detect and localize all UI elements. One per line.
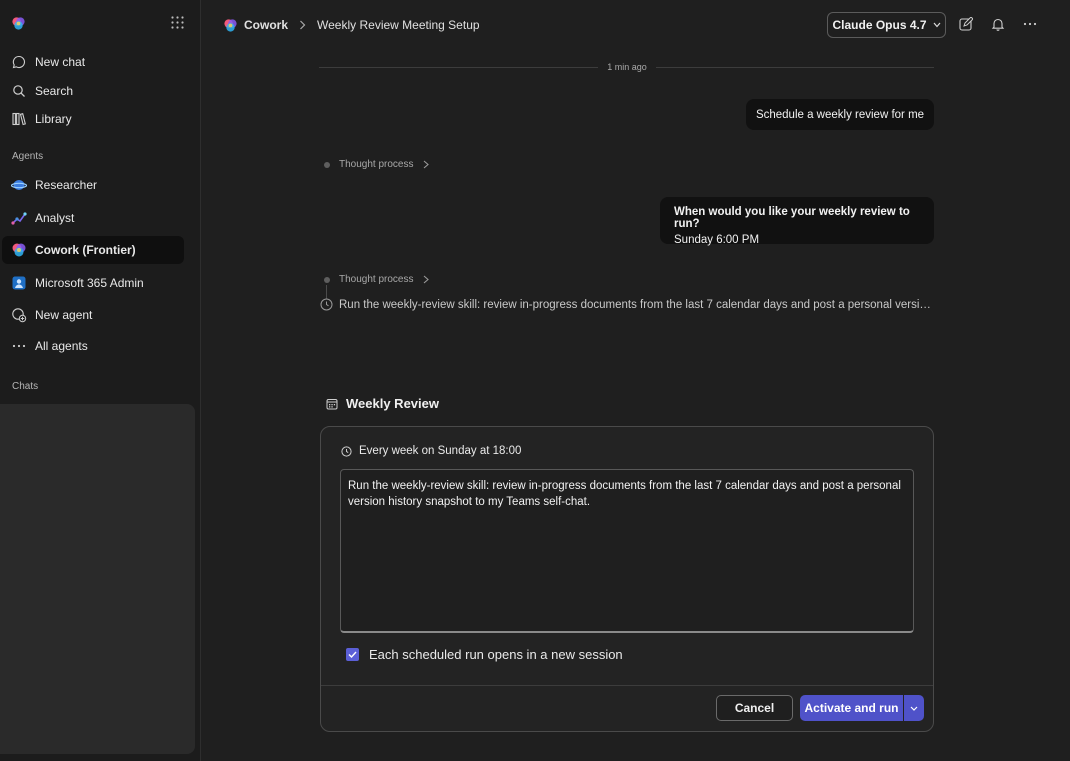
sidebar-item-researcher[interactable]: Researcher	[2, 171, 184, 199]
cowork-icon	[11, 242, 27, 258]
activate-button-label: Activate and run	[804, 701, 899, 715]
m365-admin-icon	[11, 275, 27, 291]
chevron-down-icon	[933, 22, 940, 28]
model-label: Claude Opus 4.7	[832, 18, 927, 32]
schedule-card: Every week on Sunday at 18:00 Run the we…	[320, 426, 934, 732]
thought-process-toggle[interactable]: Thought process	[324, 274, 429, 285]
model-selector[interactable]: Claude Opus 4.7	[827, 12, 946, 38]
ellipsis-icon	[11, 338, 27, 354]
sidebar-item-label: Library	[35, 112, 72, 126]
app-launcher-icon[interactable]	[171, 16, 184, 29]
calendar-icon	[326, 398, 338, 409]
user-message: Schedule a weekly review for me	[746, 99, 934, 130]
timeline-connector	[326, 285, 327, 299]
sidebar-item-label: Cowork (Frontier)	[35, 243, 136, 257]
cancel-button[interactable]: Cancel	[716, 695, 793, 721]
breadcrumb: Cowork Weekly Review Meeting Setup	[223, 17, 480, 33]
thought-process-label: Thought process	[339, 159, 414, 170]
edit-icon[interactable]	[959, 17, 973, 31]
chat-bubble-icon	[11, 54, 27, 70]
new-session-checkbox[interactable]	[346, 648, 359, 661]
activate-and-run-button[interactable]: Activate and run	[800, 695, 903, 721]
analyst-icon	[11, 210, 27, 226]
new-agent-icon	[11, 307, 27, 323]
task-text: Run the weekly-review skill: review in-p…	[339, 298, 934, 311]
breadcrumb-app[interactable]: Cowork	[244, 18, 288, 32]
clock-icon	[320, 298, 333, 311]
timestamp: 1 min ago	[598, 62, 656, 72]
sidebar-item-analyst[interactable]: Analyst	[2, 204, 184, 232]
sidebar-item-label: Microsoft 365 Admin	[35, 276, 144, 290]
copilot-logo-icon[interactable]	[11, 16, 26, 31]
sidebar: New chat Search Library Agents Researche…	[0, 0, 201, 761]
sidebar-item-m365-admin[interactable]: Microsoft 365 Admin	[2, 269, 184, 297]
clock-icon	[341, 445, 352, 457]
sidebar-item-label: Analyst	[35, 211, 75, 225]
sidebar-item-label: Researcher	[35, 178, 98, 192]
chevron-right-icon	[423, 275, 429, 284]
chats-list-panel	[0, 404, 195, 754]
task-status-line: Run the weekly-review skill: review in-p…	[320, 298, 934, 311]
researcher-icon	[11, 177, 27, 193]
search-icon	[11, 83, 27, 99]
cowork-logo-icon	[224, 18, 237, 32]
user-message-text: Schedule a weekly review for me	[755, 108, 925, 121]
sidebar-item-label: New agent	[35, 308, 93, 322]
cancel-button-label: Cancel	[734, 701, 775, 715]
chevron-right-icon	[423, 160, 429, 169]
chevron-down-icon	[910, 706, 918, 711]
chevron-right-icon	[299, 20, 306, 30]
prompt-textarea[interactable]: Run the weekly-review skill: review in-p…	[340, 469, 914, 633]
question-text: When would you like your weekly review t…	[674, 206, 910, 230]
sidebar-item-library[interactable]: Library	[2, 105, 184, 133]
checkmark-icon	[348, 651, 357, 658]
sidebar-item-new-chat[interactable]: New chat	[2, 48, 184, 76]
sidebar-item-label: All agents	[35, 339, 88, 353]
bell-icon[interactable]	[991, 17, 1005, 31]
agents-heading: Agents	[12, 151, 44, 162]
schedule-summary[interactable]: Every week on Sunday at 18:00	[341, 445, 521, 457]
page-title: Weekly Review Meeting Setup	[317, 18, 480, 32]
divider	[321, 685, 933, 686]
sidebar-item-new-agent[interactable]: New agent	[2, 301, 184, 329]
thought-process-toggle[interactable]: Thought process	[324, 159, 429, 170]
checkbox-label: Each scheduled run opens in a new sessio…	[369, 647, 623, 662]
thought-process-label: Thought process	[339, 274, 414, 285]
chats-heading: Chats	[12, 381, 39, 392]
library-icon	[11, 111, 27, 127]
sidebar-item-cowork[interactable]: Cowork (Frontier)	[2, 236, 184, 264]
more-options-icon[interactable]	[1023, 22, 1037, 26]
activate-options-dropdown[interactable]	[904, 695, 924, 721]
sidebar-item-all-agents[interactable]: All agents	[2, 332, 184, 360]
new-session-checkbox-row[interactable]: Each scheduled run opens in a new sessio…	[346, 647, 623, 662]
schedule-text: Every week on Sunday at 18:00	[359, 445, 522, 457]
sidebar-item-label: New chat	[35, 55, 86, 69]
answer-text: Sunday 6:00 PM	[674, 234, 760, 246]
user-message: When would you like your weekly review t…	[660, 197, 934, 246]
card-title: Weekly Review	[326, 396, 439, 411]
status-dot-icon	[324, 161, 330, 168]
status-dot-icon	[324, 276, 330, 283]
sidebar-item-search[interactable]: Search	[2, 77, 184, 105]
sidebar-item-label: Search	[35, 84, 74, 98]
card-title-text: Weekly Review	[346, 396, 439, 411]
